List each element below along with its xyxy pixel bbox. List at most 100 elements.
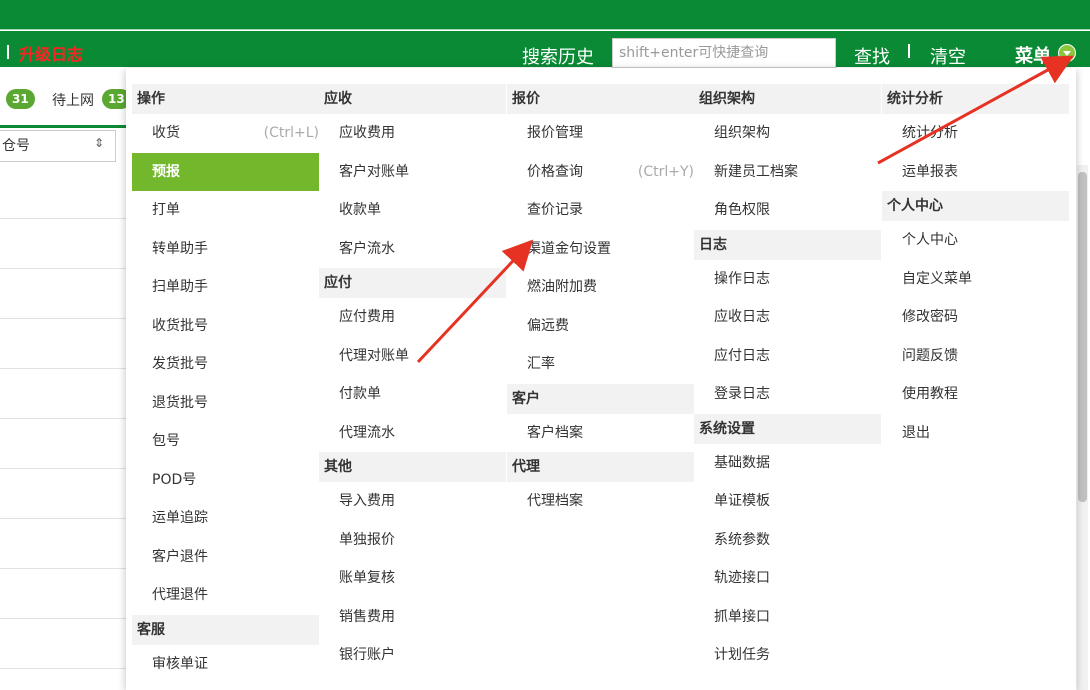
menu-item-org-structure[interactable]: 组织架构 xyxy=(694,114,881,153)
table-row xyxy=(0,368,126,369)
menu-item-payable-fees[interactable]: 应付费用 xyxy=(319,298,506,337)
menu-item-exchange-rate[interactable]: 汇率 xyxy=(507,345,694,384)
menu-item-logout[interactable]: 退出 xyxy=(882,414,1069,453)
menu-item-receive-batch[interactable]: 收货批号 xyxy=(132,307,319,346)
menu-item-customer-statement[interactable]: 客户对账单 xyxy=(319,153,506,192)
menu-section-heading: 报价 xyxy=(507,84,694,114)
menu-item-payment[interactable]: 付款单 xyxy=(319,375,506,414)
menu-item-quote-management[interactable]: 报价管理 xyxy=(507,114,694,153)
menu-section-heading: 个人中心 xyxy=(882,191,1069,221)
table-row xyxy=(0,668,126,669)
menu-item-bill-review[interactable]: 账单复核 xyxy=(319,559,506,598)
upgrade-log-link[interactable]: 升级日志 xyxy=(19,41,83,65)
menu-section-heading: 应付 xyxy=(319,268,506,298)
menu-section-heading: 统计分析 xyxy=(882,84,1069,114)
menu-item-print[interactable]: 打单 xyxy=(132,191,319,230)
menu-section-heading: 组织架构 xyxy=(694,84,881,114)
menu-column-stats: 统计分析 统计分析 运单报表 个人中心 个人中心 自定义菜单 修改密码 问题反馈… xyxy=(882,84,1069,452)
menu-item-return-batch[interactable]: 退货批号 xyxy=(132,384,319,423)
menu-item-remote-fee[interactable]: 偏远费 xyxy=(507,307,694,346)
menu-item-price-query[interactable]: 价格查询 (Ctrl+Y) xyxy=(507,153,694,192)
menu-column-operations: 操作 收货 (Ctrl+L) 预报 打单 转单助手 扫单助手 收货批号 发货批号… xyxy=(132,84,319,683)
menu-item-role-permissions[interactable]: 角色权限 xyxy=(694,191,881,230)
scrollbar-thumb[interactable] xyxy=(1078,172,1087,502)
menu-item-login-log[interactable]: 登录日志 xyxy=(694,375,881,414)
menu-column-quotes: 报价 报价管理 价格查询 (Ctrl+Y) 查价记录 渠道金句设置 燃油附加费 … xyxy=(507,84,694,521)
menu-item-scheduled-tasks[interactable]: 计划任务 xyxy=(694,636,881,675)
menu-item-tracking[interactable]: 运单追踪 xyxy=(132,499,319,538)
table-row xyxy=(0,518,126,519)
menu-item-tracking-api[interactable]: 轨迹接口 xyxy=(694,559,881,598)
menu-item-change-password[interactable]: 修改密码 xyxy=(882,298,1069,337)
tab-count-badge: 31 xyxy=(6,89,35,109)
menu-item-sales-fees[interactable]: 销售费用 xyxy=(319,598,506,637)
find-button[interactable]: 查找 xyxy=(854,43,890,69)
menu-item-label: 价格查询 xyxy=(527,163,583,180)
menu-item-receipt[interactable]: 收款单 xyxy=(319,191,506,230)
menu-item-receivable-log[interactable]: 应收日志 xyxy=(694,298,881,337)
menu-item-package-no[interactable]: 包号 xyxy=(132,422,319,461)
menu-item-bank-account[interactable]: 银行账户 xyxy=(319,636,506,675)
menu-item-import-fees[interactable]: 导入费用 xyxy=(319,482,506,521)
menu-item-agent-ledger[interactable]: 代理流水 xyxy=(319,414,506,453)
menu-section-heading: 系统设置 xyxy=(694,413,881,444)
table-row xyxy=(0,568,126,569)
top-bar xyxy=(0,0,1090,30)
menu-item-system-params[interactable]: 系统参数 xyxy=(694,521,881,560)
sort-arrows-icon: ⇕ xyxy=(94,136,105,150)
menu-item-feedback[interactable]: 问题反馈 xyxy=(882,337,1069,376)
menu-item-price-history[interactable]: 查价记录 xyxy=(507,191,694,230)
menu-item-review-docs[interactable]: 审核单证 xyxy=(132,645,319,684)
menu-item-scan-helper[interactable]: 扫单助手 xyxy=(132,268,319,307)
nav-separator xyxy=(7,45,9,59)
tab-pending-online[interactable]: 待上网 xyxy=(52,90,94,110)
menu-item-doc-template[interactable]: 单证模板 xyxy=(694,482,881,521)
table-row xyxy=(0,618,126,619)
menu-item-tutorial[interactable]: 使用教程 xyxy=(882,375,1069,414)
menu-item-new-employee[interactable]: 新建员工档案 xyxy=(694,153,881,192)
menu-column-receivables: 应收 应收费用 客户对账单 收款单 客户流水 应付 应付费用 代理对账单 付款单… xyxy=(319,84,506,675)
menu-section-heading: 操作 xyxy=(132,84,319,114)
menu-item-receivable-fees[interactable]: 应收费用 xyxy=(319,114,506,153)
table-row xyxy=(0,418,126,419)
menu-item-receive[interactable]: 收货 (Ctrl+L) xyxy=(132,114,319,153)
menu-item-operation-log[interactable]: 操作日志 xyxy=(694,260,881,299)
menu-item-customer-return[interactable]: 客户退件 xyxy=(132,538,319,577)
table-row xyxy=(0,218,126,219)
menu-item-base-data[interactable]: 基础数据 xyxy=(694,444,881,483)
menu-item-waybill-report[interactable]: 运单报表 xyxy=(882,153,1069,192)
menu-item-channel-settings[interactable]: 渠道金句设置 xyxy=(507,230,694,269)
menu-item-fuel-surcharge[interactable]: 燃油附加费 xyxy=(507,268,694,307)
menu-item-customer-profile[interactable]: 客户档案 xyxy=(507,414,694,453)
menu-item-agent-statement[interactable]: 代理对账单 xyxy=(319,337,506,376)
menu-item-statistics[interactable]: 统计分析 xyxy=(882,114,1069,153)
chevron-down-icon[interactable] xyxy=(1058,44,1076,62)
table-row xyxy=(0,268,126,269)
shortcut-hint: (Ctrl+L) xyxy=(263,125,319,141)
menu-item-personal-center[interactable]: 个人中心 xyxy=(882,221,1069,260)
menu-item-custom-menu[interactable]: 自定义菜单 xyxy=(882,260,1069,299)
menu-item-transfer-helper[interactable]: 转单助手 xyxy=(132,230,319,269)
menu-item-pod-no[interactable]: POD号 xyxy=(132,461,319,500)
menu-section-heading: 代理 xyxy=(507,452,694,482)
menu-section-heading: 客服 xyxy=(132,614,319,645)
menu-column-organization: 组织架构 组织架构 新建员工档案 角色权限 日志 操作日志 应收日志 应付日志 … xyxy=(694,84,881,675)
menu-item-single-quote[interactable]: 单独报价 xyxy=(319,521,506,560)
menu-item-customer-ledger[interactable]: 客户流水 xyxy=(319,230,506,269)
menu-item-ship-batch[interactable]: 发货批号 xyxy=(132,345,319,384)
menu-item-fetch-api[interactable]: 抓单接口 xyxy=(694,598,881,637)
table-row xyxy=(0,468,126,469)
search-input[interactable]: shift+enter可快捷查询 xyxy=(612,38,836,68)
header-separator xyxy=(908,44,910,58)
menu-section-heading: 客户 xyxy=(507,383,694,414)
menu-item-label: 收货 xyxy=(152,125,180,141)
menu-item-forecast[interactable]: 预报 xyxy=(132,152,319,191)
search-history-label[interactable]: 搜索历史 xyxy=(522,43,594,69)
clear-button[interactable]: 清空 xyxy=(930,43,966,69)
menu-item-agent-profile[interactable]: 代理档案 xyxy=(507,482,694,521)
menu-item-agent-return[interactable]: 代理退件 xyxy=(132,576,319,615)
menu-button[interactable]: 菜单 xyxy=(1015,42,1051,68)
menu-section-heading: 日志 xyxy=(694,229,881,260)
menu-item-payable-log[interactable]: 应付日志 xyxy=(694,337,881,376)
shortcut-hint: (Ctrl+Y) xyxy=(637,163,694,180)
